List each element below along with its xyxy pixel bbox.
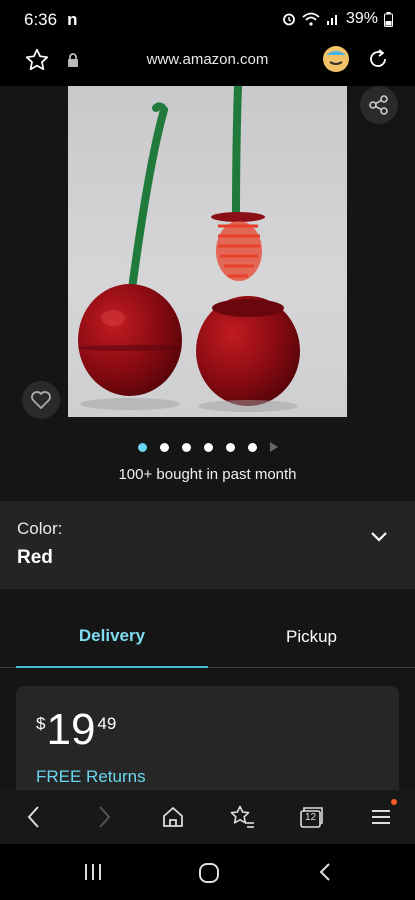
chevron-down-icon[interactable] <box>370 531 388 543</box>
color-label: Color: <box>17 519 63 538</box>
bookmarks-icon[interactable] <box>228 804 256 830</box>
product-page: 100+ bought in past month Color: Red Del… <box>0 86 415 790</box>
share-icon <box>369 95 388 115</box>
price-whole: 19 <box>46 705 96 754</box>
clock-text: 6:36 <box>24 10 58 29</box>
carousel-dot[interactable] <box>247 442 257 452</box>
browser-toolbar: 12 <box>0 790 415 844</box>
forward-icon[interactable] <box>94 804 114 830</box>
fulfillment-tabs: Delivery Pickup <box>0 606 415 668</box>
color-value: Red <box>17 547 53 568</box>
cherry-brush-illustration <box>78 86 300 412</box>
status-bar: 6:36 n 39% <box>0 0 415 40</box>
heart-icon <box>31 391 51 409</box>
color-selector[interactable]: Color: Red <box>0 501 415 589</box>
battery-icon <box>384 11 393 27</box>
carousel-dot[interactable] <box>137 442 147 452</box>
price-currency: $ <box>36 714 46 733</box>
alarm-icon <box>283 13 295 26</box>
back-nav-icon[interactable] <box>316 861 334 883</box>
carousel-dot[interactable] <box>203 442 213 452</box>
status-icons: 39% <box>282 10 393 28</box>
recents-icon[interactable] <box>82 861 104 883</box>
carousel-next-icon[interactable] <box>269 442 278 452</box>
url-text[interactable]: www.amazon.com <box>0 51 415 68</box>
carousel-dot[interactable] <box>225 442 235 452</box>
notification-glyph: n <box>67 10 78 29</box>
home-circle-icon[interactable] <box>197 861 221 885</box>
back-icon[interactable] <box>24 804 44 830</box>
product-image[interactable] <box>68 86 347 417</box>
browser-address-bar: www.amazon.com <box>0 40 415 86</box>
share-button[interactable] <box>360 86 398 124</box>
menu-notification-dot <box>391 799 397 805</box>
wifi-icon <box>302 12 320 26</box>
carousel-indicator[interactable] <box>0 442 415 452</box>
tab-pickup[interactable]: Pickup <box>208 606 415 668</box>
carousel-dot[interactable] <box>181 442 191 452</box>
price: $ 19 49 <box>36 708 116 752</box>
wishlist-button[interactable] <box>22 381 60 419</box>
bought-count-text: 100+ bought in past month <box>118 466 297 483</box>
amazon-assistant-icon[interactable] <box>322 45 350 73</box>
free-returns-link[interactable]: FREE Returns <box>36 767 146 787</box>
reload-icon[interactable] <box>366 47 390 71</box>
price-fraction: 49 <box>97 714 117 733</box>
home-icon[interactable] <box>160 804 186 830</box>
tab-delivery[interactable]: Delivery <box>16 606 208 668</box>
system-nav-bar <box>0 844 415 900</box>
tab-count: 12 <box>304 812 317 823</box>
signal-icon <box>326 15 337 25</box>
tabs-button[interactable]: 12 <box>298 805 324 831</box>
battery-text: 39% <box>345 10 378 27</box>
carousel-dot[interactable] <box>159 442 169 452</box>
price-card: $ 19 49 FREE Returns <box>16 686 399 790</box>
menu-icon[interactable] <box>370 804 392 830</box>
status-time: 6:36 n <box>24 10 77 30</box>
